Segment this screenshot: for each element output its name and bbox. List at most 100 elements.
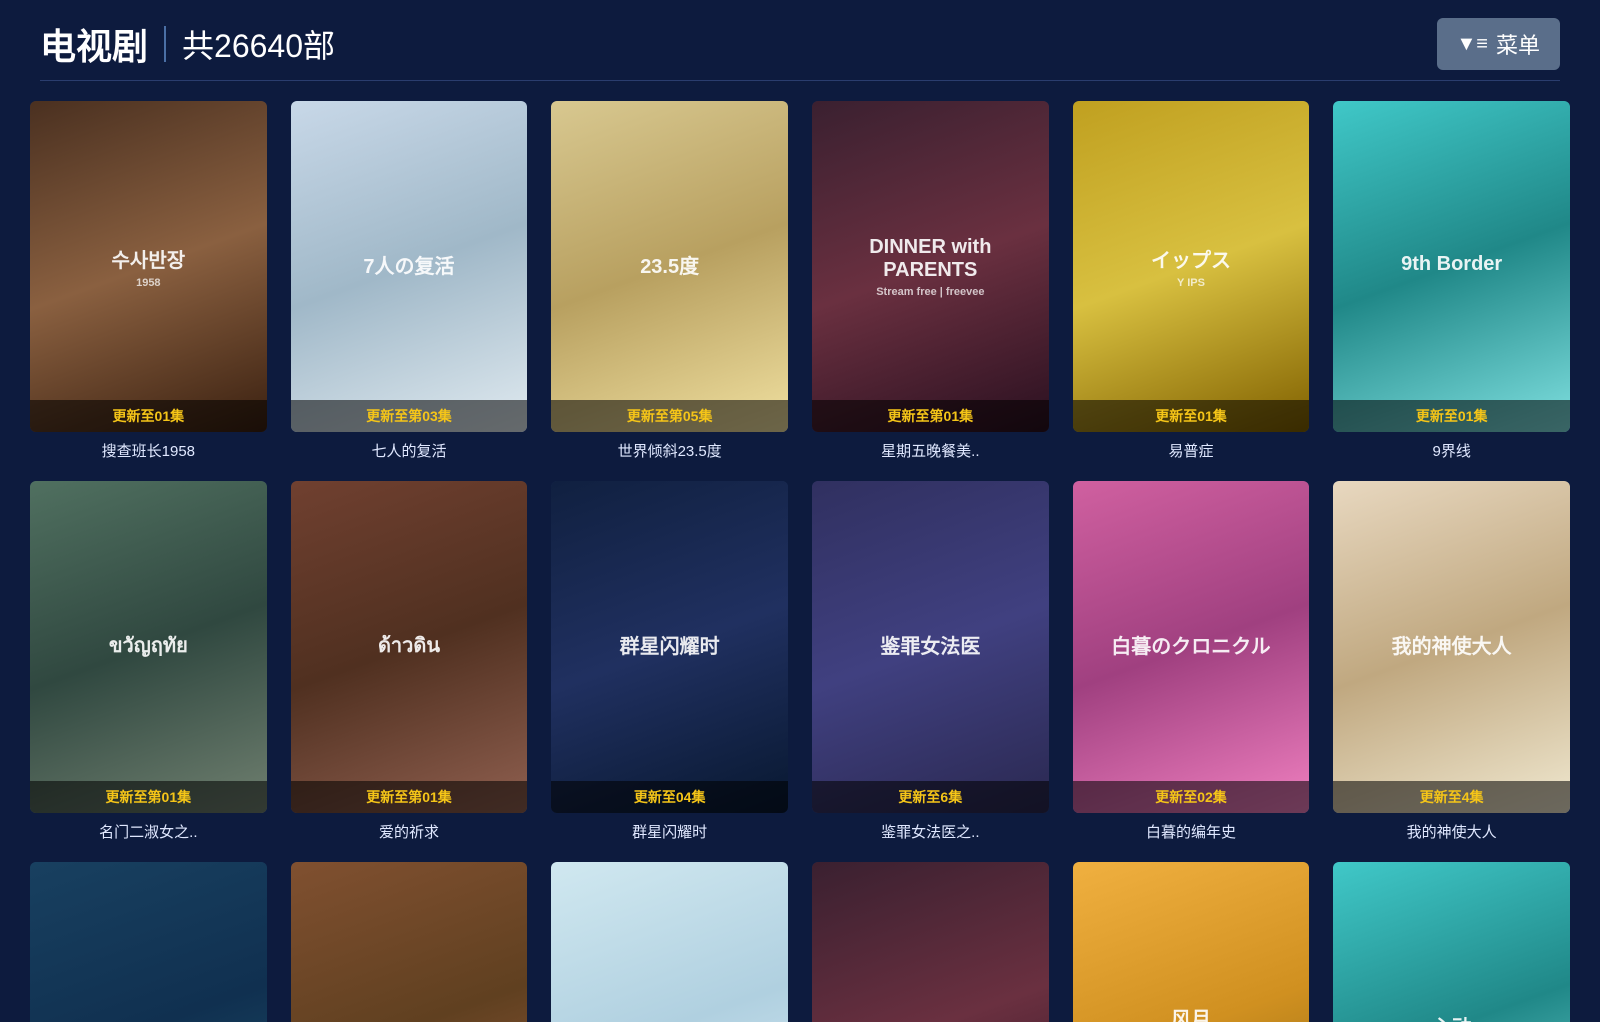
poster-show-6: 9th Border更新至01集 bbox=[1333, 101, 1570, 432]
header-divider-line bbox=[40, 80, 1560, 81]
card-image-show-4: DINNER with PARENTSStream free | freevee… bbox=[812, 101, 1049, 432]
card-image-show-14 bbox=[291, 862, 528, 1022]
title-show-12: 我的神使大人 bbox=[1333, 821, 1570, 842]
poster-text-show-8: ด้าวดิน bbox=[291, 481, 528, 812]
badge-show-1: 更新至01集 bbox=[30, 400, 267, 432]
poster-show-2: 7人の复活更新至第03集 bbox=[291, 101, 528, 432]
card-image-show-18: 心动 bbox=[1333, 862, 1570, 1022]
badge-show-3: 更新至第05集 bbox=[551, 400, 788, 432]
title-show-11: 白暮的编年史 bbox=[1073, 821, 1310, 842]
header-left: 电视剧 共26640部 bbox=[40, 18, 335, 70]
card-image-show-5: イップスY IPS更新至01集 bbox=[1073, 101, 1310, 432]
page-title: 电视剧 bbox=[40, 18, 148, 70]
poster-text-show-2: 7人の复活 bbox=[291, 101, 528, 432]
card-show-2[interactable]: 7人の复活更新至第03集七人的复活 bbox=[291, 101, 528, 461]
badge-show-5: 更新至01集 bbox=[1073, 400, 1310, 432]
card-image-show-10: 鉴罪女法医更新至6集 bbox=[812, 481, 1049, 812]
poster-show-4: DINNER with PARENTSStream free | freevee… bbox=[812, 101, 1049, 432]
card-show-16[interactable] bbox=[812, 862, 1049, 1022]
card-image-show-3: 23.5度更新至第05集 bbox=[551, 101, 788, 432]
card-show-11[interactable]: 白暮のクロニクル更新至02集白暮的编年史 bbox=[1073, 481, 1310, 841]
card-show-8[interactable]: ด้าวดิน更新至第01集爱的祈求 bbox=[291, 481, 528, 841]
poster-show-10: 鉴罪女法医更新至6集 bbox=[812, 481, 1049, 812]
card-image-show-17: 风月无边 bbox=[1073, 862, 1310, 1022]
card-show-12[interactable]: 我的神使大人更新至4集我的神使大人 bbox=[1333, 481, 1570, 841]
card-image-show-7: ขวัญฤทัย更新至第01集 bbox=[30, 481, 267, 812]
badge-show-12: 更新至4集 bbox=[1333, 781, 1570, 813]
title-show-7: 名门二淑女之.. bbox=[30, 821, 267, 842]
poster-show-14 bbox=[291, 862, 528, 1022]
poster-text-show-12: 我的神使大人 bbox=[1333, 481, 1570, 812]
show-count: 共26640部 bbox=[182, 21, 335, 67]
title-show-5: 易普症 bbox=[1073, 440, 1310, 461]
card-show-9[interactable]: 群星闪耀时更新至04集群星闪耀时 bbox=[551, 481, 788, 841]
badge-show-10: 更新至6集 bbox=[812, 781, 1049, 813]
badge-show-2: 更新至第03集 bbox=[291, 400, 528, 432]
menu-label: 菜单 bbox=[1496, 28, 1540, 60]
card-image-show-6: 9th Border更新至01集 bbox=[1333, 101, 1570, 432]
poster-text-show-6: 9th Border bbox=[1333, 101, 1570, 432]
title-show-8: 爱的祈求 bbox=[291, 821, 528, 842]
title-show-10: 鉴罪女法医之.. bbox=[812, 821, 1049, 842]
poster-text-show-11: 白暮のクロニクル bbox=[1073, 481, 1310, 812]
title-show-4: 星期五晚餐美.. bbox=[812, 440, 1049, 461]
poster-text-show-4: DINNER with PARENTSStream free | freevee bbox=[812, 101, 1049, 432]
show-grid-row2: ขวัญฤทัย更新至第01集名门二淑女之..ด้าวดิน更新至第01集爱的祈… bbox=[0, 481, 1600, 841]
card-image-show-15 bbox=[551, 862, 788, 1022]
card-image-show-2: 7人の复活更新至第03集 bbox=[291, 101, 528, 432]
badge-show-9: 更新至04集 bbox=[551, 781, 788, 813]
header: 电视剧 共26640部 ▼≡ 菜单 bbox=[0, 0, 1600, 80]
poster-show-1: 수사반장1958更新至01集 bbox=[30, 101, 267, 432]
card-image-show-11: 白暮のクロニクル更新至02集 bbox=[1073, 481, 1310, 812]
badge-show-4: 更新至第01集 bbox=[812, 400, 1049, 432]
poster-text-show-10: 鉴罪女法医 bbox=[812, 481, 1049, 812]
menu-button[interactable]: ▼≡ 菜单 bbox=[1437, 18, 1560, 70]
card-image-show-12: 我的神使大人更新至4集 bbox=[1333, 481, 1570, 812]
card-show-17[interactable]: 风月无边 bbox=[1073, 862, 1310, 1022]
poster-show-9: 群星闪耀时更新至04集 bbox=[551, 481, 788, 812]
header-divider bbox=[164, 26, 166, 62]
poster-show-12: 我的神使大人更新至4集 bbox=[1333, 481, 1570, 812]
poster-show-17: 风月无边 bbox=[1073, 862, 1310, 1022]
app-container: 电视剧 共26640部 ▼≡ 菜单 수사반장1958更新至01集搜查班长1958… bbox=[0, 0, 1600, 1022]
title-show-1: 搜查班长1958 bbox=[30, 440, 267, 461]
title-show-9: 群星闪耀时 bbox=[551, 821, 788, 842]
card-show-3[interactable]: 23.5度更新至第05集世界倾斜23.5度 bbox=[551, 101, 788, 461]
card-show-4[interactable]: DINNER with PARENTSStream free | freevee… bbox=[812, 101, 1049, 461]
card-show-5[interactable]: イップスY IPS更新至01集易普症 bbox=[1073, 101, 1310, 461]
poster-show-16 bbox=[812, 862, 1049, 1022]
poster-text-show-3: 23.5度 bbox=[551, 101, 788, 432]
card-show-15[interactable] bbox=[551, 862, 788, 1022]
poster-text-show-17: 风月无边 bbox=[1073, 862, 1310, 1022]
card-show-7[interactable]: ขวัญฤทัย更新至第01集名门二淑女之.. bbox=[30, 481, 267, 841]
badge-show-11: 更新至02集 bbox=[1073, 781, 1310, 813]
show-grid-row3: 风月无边心动 bbox=[0, 862, 1600, 1022]
show-grid-row1: 수사반장1958更新至01集搜查班长19587人の复活更新至第03集七人的复活2… bbox=[0, 101, 1600, 461]
card-image-show-13 bbox=[30, 862, 267, 1022]
title-show-2: 七人的复活 bbox=[291, 440, 528, 461]
poster-text-show-5: イップスY IPS bbox=[1073, 101, 1310, 432]
poster-show-3: 23.5度更新至第05集 bbox=[551, 101, 788, 432]
poster-text-show-1: 수사반장1958 bbox=[30, 101, 267, 432]
card-image-show-1: 수사반장1958更新至01集 bbox=[30, 101, 267, 432]
poster-show-5: イップスY IPS更新至01集 bbox=[1073, 101, 1310, 432]
poster-show-8: ด้าวดิน更新至第01集 bbox=[291, 481, 528, 812]
card-image-show-9: 群星闪耀时更新至04集 bbox=[551, 481, 788, 812]
title-show-6: 9界线 bbox=[1333, 440, 1570, 461]
card-show-6[interactable]: 9th Border更新至01集 9界线 bbox=[1333, 101, 1570, 461]
filter-icon: ▼≡ bbox=[1457, 33, 1488, 56]
poster-show-7: ขวัญฤทัย更新至第01集 bbox=[30, 481, 267, 812]
poster-text-show-7: ขวัญฤทัย bbox=[30, 481, 267, 812]
poster-show-18: 心动 bbox=[1333, 862, 1570, 1022]
title-show-3: 世界倾斜23.5度 bbox=[551, 440, 788, 461]
card-show-18[interactable]: 心动 bbox=[1333, 862, 1570, 1022]
badge-show-6: 更新至01集 bbox=[1333, 400, 1570, 432]
card-show-1[interactable]: 수사반장1958更新至01集搜查班长1958 bbox=[30, 101, 267, 461]
poster-show-11: 白暮のクロニクル更新至02集 bbox=[1073, 481, 1310, 812]
card-show-13[interactable] bbox=[30, 862, 267, 1022]
card-show-14[interactable] bbox=[291, 862, 528, 1022]
card-show-10[interactable]: 鉴罪女法医更新至6集鉴罪女法医之.. bbox=[812, 481, 1049, 841]
poster-text-show-18: 心动 bbox=[1333, 862, 1570, 1022]
card-image-show-8: ด้าวดิน更新至第01集 bbox=[291, 481, 528, 812]
badge-show-8: 更新至第01集 bbox=[291, 781, 528, 813]
